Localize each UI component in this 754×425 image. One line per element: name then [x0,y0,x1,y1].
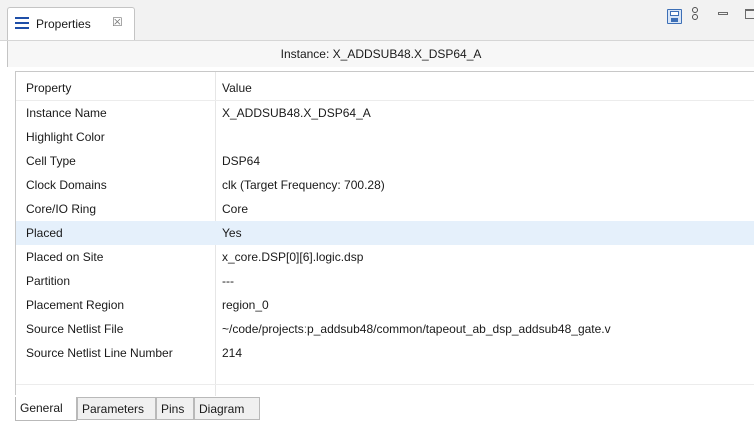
property-name: Placed on Site [26,250,104,264]
close-icon[interactable]: ☒ [112,15,123,29]
minimize-icon[interactable] [718,12,728,15]
value-column-header[interactable]: Value [222,81,252,95]
tab-pins[interactable]: Pins [156,397,194,420]
property-name: Clock Domains [26,178,107,192]
table-row-partition[interactable]: Partition --- [16,269,754,293]
properties-tab-title: Properties [36,17,91,31]
property-name: Highlight Color [26,130,105,144]
property-name: Partition [26,274,71,288]
property-value: ~/code/projectsːp_addsub48/common/tapeou… [222,322,611,336]
property-value: --- [222,274,234,288]
tab-parameters[interactable]: Parameters [77,397,156,420]
property-value: x_core.DSP[0][6].logic.dsp [222,250,364,264]
tab-pins-label: Pins [161,402,185,416]
table-row-instance-name[interactable]: Instance Name X_ADDSUB48.X_DSP64_A [16,101,754,125]
table-row-clock-domains[interactable]: Clock Domains clk (Target Frequency: 700… [16,173,754,197]
table-row-core-io-ring[interactable]: Core/IO Ring Core [16,197,754,221]
table-row-placed-on-site[interactable]: Placed on Site x_core.DSP[0][6].logic.ds… [16,245,754,269]
property-name: Instance Name [26,106,107,120]
maximize-icon[interactable] [745,9,754,19]
table-row-highlight-color[interactable]: Highlight Color [16,125,754,149]
tab-diagram-label: Diagram [199,402,245,416]
pin-icon[interactable] [690,7,700,25]
property-column-header[interactable]: Property [26,81,71,95]
tab-diagram[interactable]: Diagram [194,397,260,420]
properties-table[interactable]: Property Value Instance Name X_ADDSUB48.… [15,71,754,396]
instance-title: Instance: X_ADDSUB48.X_DSP64_A [280,47,482,61]
property-name: Cell Type [26,154,76,168]
property-name: Placed [26,226,63,240]
table-header-row: Property Value [16,76,754,100]
tab-general[interactable]: General [15,397,77,421]
property-name: Placement Region [26,298,125,312]
property-value: DSP64 [222,154,261,168]
table-row-placement-region[interactable]: Placement Region region_0 [16,293,754,317]
tab-general-label: General [20,401,63,415]
property-value: Core [222,202,249,216]
properties-view-header: Properties ☒ [0,0,754,41]
property-name: Source Netlist File [26,322,124,336]
property-name: Core/IO Ring [26,202,97,216]
table-row-cell-type[interactable]: Cell Type DSP64 [16,149,754,173]
properties-tab[interactable]: Properties ☒ [7,7,135,41]
table-row-source-netlist-line-number[interactable]: Source Netlist Line Number 214 [16,341,754,365]
table-row-placed[interactable]: Placed Yes [16,221,754,245]
tab-parameters-label: Parameters [82,402,145,416]
property-value: X_ADDSUB48.X_DSP64_A [222,106,371,120]
instance-title-bar: Instance: X_ADDSUB48.X_DSP64_A [7,41,754,67]
property-value: 214 [222,346,243,360]
property-value: Yes [222,226,242,240]
property-value: clk (Target Frequency: 700.28) [222,178,385,192]
property-name: Source Netlist Line Number [26,346,173,360]
property-value: region_0 [222,298,269,312]
save-icon[interactable] [667,9,682,24]
table-row-source-netlist-file[interactable]: Source Netlist File ~/code/projectsːp_ad… [16,317,754,341]
properties-menu-icon [15,17,29,29]
